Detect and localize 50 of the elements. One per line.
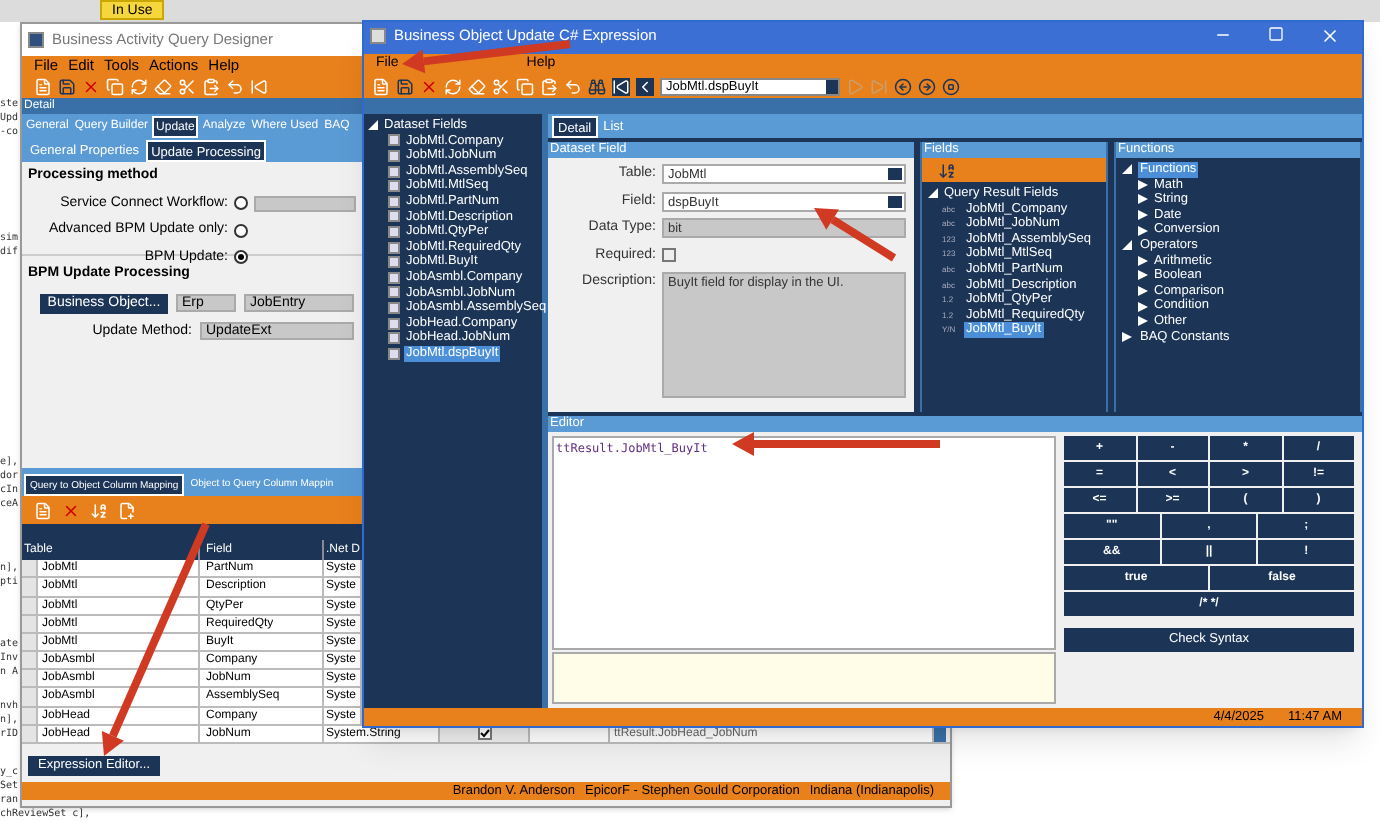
- expand-toggle-icon[interactable]: [1138, 210, 1148, 221]
- new-file-icon[interactable]: [34, 78, 52, 96]
- undo-icon[interactable]: [226, 78, 244, 96]
- eraser-icon[interactable]: [468, 77, 486, 95]
- first-record-icon[interactable]: [612, 77, 630, 95]
- back-icon[interactable]: [894, 77, 912, 95]
- sort-icon[interactable]: [90, 501, 108, 520]
- expand-toggle-icon[interactable]: [1138, 301, 1148, 312]
- save-icon[interactable]: [58, 78, 76, 96]
- previous-record-icon[interactable]: [636, 77, 654, 95]
- paste-icon[interactable]: [202, 78, 220, 96]
- new-file-icon[interactable]: [372, 77, 390, 95]
- cut-icon[interactable]: [178, 78, 196, 96]
- cut-icon[interactable]: [492, 77, 510, 95]
- forward-icon[interactable]: [918, 77, 936, 95]
- stop-icon[interactable]: [942, 77, 960, 95]
- sort-icon[interactable]: [938, 161, 956, 179]
- save-icon[interactable]: [396, 77, 414, 95]
- close-icon[interactable]: [1320, 26, 1340, 46]
- paste-icon[interactable]: [540, 77, 558, 95]
- expand-toggle-icon[interactable]: [928, 188, 938, 199]
- expand-toggle-icon[interactable]: [1138, 194, 1148, 205]
- radio-button[interactable]: [234, 250, 248, 265]
- expand-toggle-icon[interactable]: [1122, 331, 1132, 342]
- expand-toggle-icon[interactable]: [1138, 179, 1148, 190]
- eraser-icon[interactable]: [154, 78, 172, 96]
- add-file-icon[interactable]: [118, 501, 136, 520]
- copy-icon[interactable]: [516, 77, 534, 95]
- expand-toggle-icon[interactable]: [368, 120, 378, 131]
- copy-icon[interactable]: [106, 78, 124, 96]
- expand-toggle-icon[interactable]: [1138, 316, 1148, 327]
- expand-toggle-icon[interactable]: [1122, 164, 1132, 175]
- maximize-icon[interactable]: [1268, 26, 1284, 42]
- refresh-icon[interactable]: [444, 77, 462, 95]
- arrow-annotation: [814, 208, 897, 262]
- new-file-icon[interactable]: [34, 501, 52, 520]
- workflow-field[interactable]: [254, 195, 356, 212]
- expand-toggle-icon[interactable]: [1138, 286, 1148, 297]
- required-checkbox[interactable]: [662, 248, 676, 263]
- expand-toggle-icon[interactable]: [1138, 255, 1148, 266]
- radio-button[interactable]: [234, 223, 248, 238]
- radio-button[interactable]: [234, 196, 248, 211]
- refresh-icon[interactable]: [130, 78, 148, 96]
- app-icon: [28, 32, 44, 48]
- expand-toggle-icon[interactable]: [1138, 225, 1148, 236]
- search-icon[interactable]: [588, 77, 606, 95]
- undo-icon[interactable]: [564, 77, 582, 95]
- expand-toggle-icon[interactable]: [1122, 240, 1132, 251]
- expand-toggle-icon[interactable]: [1138, 270, 1148, 281]
- app-icon: [370, 28, 386, 44]
